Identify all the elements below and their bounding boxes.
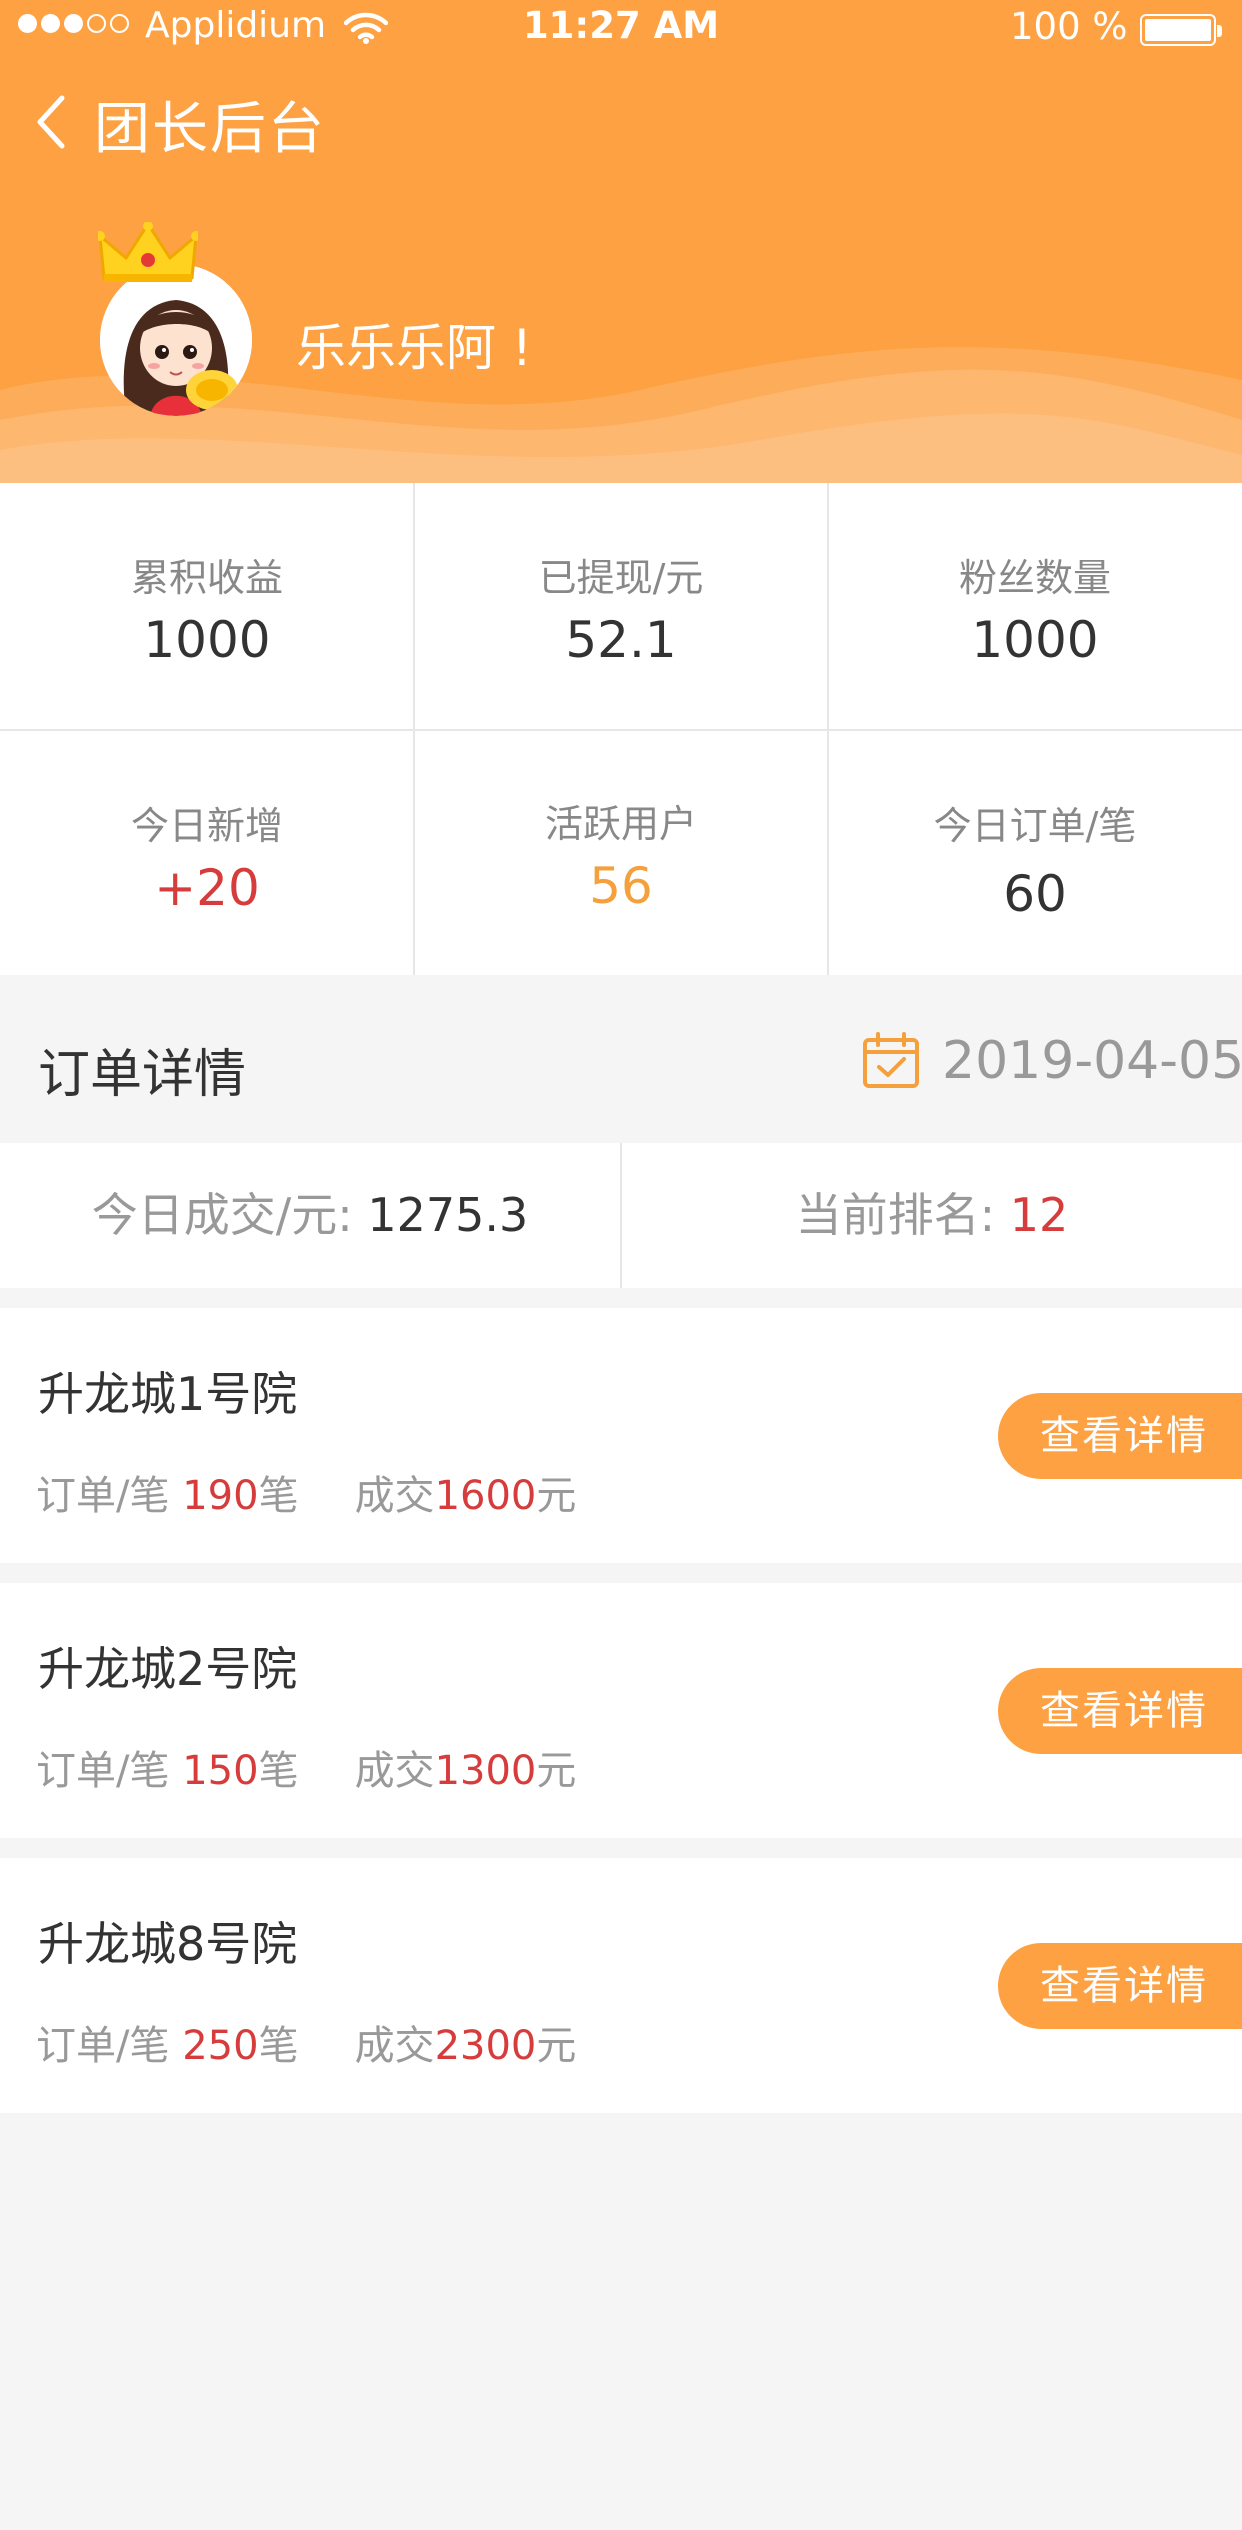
section-title: 订单详情 (38, 1045, 247, 1105)
username: 乐乐乐阿 ! (296, 319, 532, 377)
profile-avatar-group (96, 222, 256, 422)
page-title: 团长后台 (94, 97, 326, 162)
orders-unit: 笔 (258, 1473, 299, 1519)
item-name: 升龙城8号院 (38, 1917, 298, 1971)
stat-label: 活跃用户 (544, 802, 697, 846)
item-name: 升龙城1号院 (38, 1367, 298, 1421)
stat-value: 52.1 (565, 611, 677, 669)
view-details-button[interactable]: 查看详情 (998, 1668, 1242, 1754)
orders-label: 订单/笔 (36, 2023, 170, 2069)
stat-value: +20 (154, 859, 260, 917)
deal-label: 成交 (354, 2023, 435, 2069)
stat-withdrawn: 已提现/元 52.1 (414, 483, 828, 729)
avatar[interactable] (100, 264, 252, 416)
today-deal-summary: 今日成交/元: 1275.3 (0, 1143, 620, 1288)
date-picker-value[interactable]: 2019-04-05 (942, 1031, 1242, 1091)
stat-active-users: 活跃用户 56 (414, 729, 828, 975)
deal-unit: 元 (536, 1473, 577, 1519)
orders-count: 150 (182, 1748, 259, 1794)
deal-label: 成交 (354, 1473, 435, 1519)
stat-value: 60 (1003, 865, 1067, 923)
header: Applidium 11:27 AM 100 % 团长后台 乐乐乐阿 ! (0, 0, 1242, 483)
stat-fans-count: 粉丝数量 1000 (828, 483, 1242, 729)
stat-label: 今日订单/笔 (933, 804, 1137, 848)
stat-total-earnings: 累积收益 1000 (0, 483, 414, 729)
list-item: 升龙城1号院 订单/笔 190笔 成交1600元 查看详情 (0, 1308, 1242, 1563)
stat-label: 今日新增 (130, 804, 283, 848)
current-rank-label: 当前排名: (795, 1188, 996, 1242)
orders-label: 订单/笔 (36, 1748, 170, 1794)
item-meta: 订单/笔 150笔 成交1300元 (36, 1738, 576, 1796)
battery-icon (1140, 14, 1222, 46)
orders-label: 订单/笔 (36, 1473, 170, 1519)
crown-icon (98, 222, 198, 282)
stat-orders-today: 今日订单/笔 60 (828, 729, 1242, 975)
stat-label: 累积收益 (130, 556, 283, 600)
deal-unit: 元 (536, 1748, 577, 1794)
stat-new-today: 今日新增 +20 (0, 729, 414, 975)
view-details-button[interactable]: 查看详情 (998, 1943, 1242, 2029)
status-bar: Applidium 11:27 AM 100 % (0, 0, 1242, 60)
deal-unit: 元 (536, 2023, 577, 2069)
item-name: 升龙城2号院 (38, 1642, 298, 1696)
today-deal-label: 今日成交/元: (91, 1188, 353, 1242)
deal-label: 成交 (354, 1748, 435, 1794)
today-deal-value: 1275.3 (367, 1188, 529, 1242)
stat-value: 56 (589, 857, 653, 915)
avatar-image (100, 264, 252, 416)
battery-percentage: 100 % (1010, 5, 1128, 48)
orders-count: 250 (182, 2023, 259, 2069)
list-item: 升龙城2号院 订单/笔 150笔 成交1300元 查看详情 (0, 1583, 1242, 1838)
stats-grid: 累积收益 1000 已提现/元 52.1 粉丝数量 1000 今日新增 +20 … (0, 483, 1242, 975)
stat-value: 1000 (971, 611, 1099, 669)
deal-amount: 2300 (434, 2023, 537, 2069)
divider (0, 729, 1242, 731)
orders-unit: 笔 (258, 1748, 299, 1794)
stat-label: 粉丝数量 (958, 556, 1111, 600)
calendar-check-icon[interactable] (862, 1031, 920, 1089)
view-details-button[interactable]: 查看详情 (998, 1393, 1242, 1479)
chevron-left-icon[interactable] (32, 92, 72, 152)
current-rank-summary: 当前排名: 12 (622, 1143, 1242, 1288)
item-meta: 订单/笔 190笔 成交1600元 (36, 1463, 576, 1521)
item-meta: 订单/笔 250笔 成交2300元 (36, 2013, 576, 2071)
orders-unit: 笔 (258, 2023, 299, 2069)
order-summary: 今日成交/元: 1275.3 当前排名: 12 (0, 1143, 1242, 1288)
order-details-header: 订单详情 2019-04-05 (0, 975, 1242, 1143)
current-rank-value: 12 (1009, 1188, 1069, 1242)
orders-count: 190 (182, 1473, 259, 1519)
stat-label: 已提现/元 (538, 556, 704, 600)
stat-value: 1000 (143, 611, 271, 669)
list-item: 升龙城8号院 订单/笔 250笔 成交2300元 查看详情 (0, 1858, 1242, 2113)
deal-amount: 1300 (434, 1748, 537, 1794)
deal-amount: 1600 (434, 1473, 537, 1519)
